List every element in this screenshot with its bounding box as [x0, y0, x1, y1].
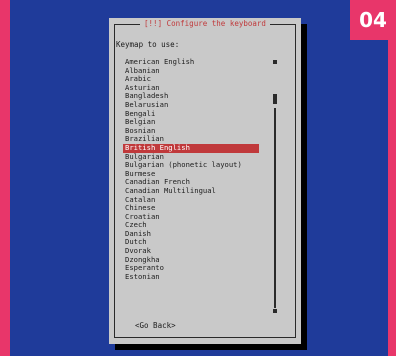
scroll-track[interactable] — [274, 108, 276, 308]
keyboard-dialog: [!!] Configure the keyboard Keymap to us… — [109, 18, 301, 344]
scrollbar[interactable] — [273, 60, 277, 313]
scroll-down-icon[interactable] — [273, 309, 277, 313]
dialog-title-bar: [!!] Configure the keyboard — [115, 20, 295, 28]
step-badge: 04 — [350, 0, 396, 40]
keymap-option[interactable]: Estonian — [123, 272, 259, 282]
scroll-up-icon[interactable] — [273, 60, 277, 64]
installer-screen: [!!] Configure the keyboard Keymap to us… — [10, 0, 388, 356]
dialog-title: [!!] Configure the keyboard — [140, 20, 270, 28]
keymap-list[interactable]: American English Albanian Arabic Asturian Ba… — [123, 57, 259, 282]
go-back-button[interactable]: <Go Back> — [135, 321, 176, 330]
keymap-prompt: Keymap to use: — [116, 40, 180, 49]
scroll-thumb[interactable] — [273, 94, 277, 104]
